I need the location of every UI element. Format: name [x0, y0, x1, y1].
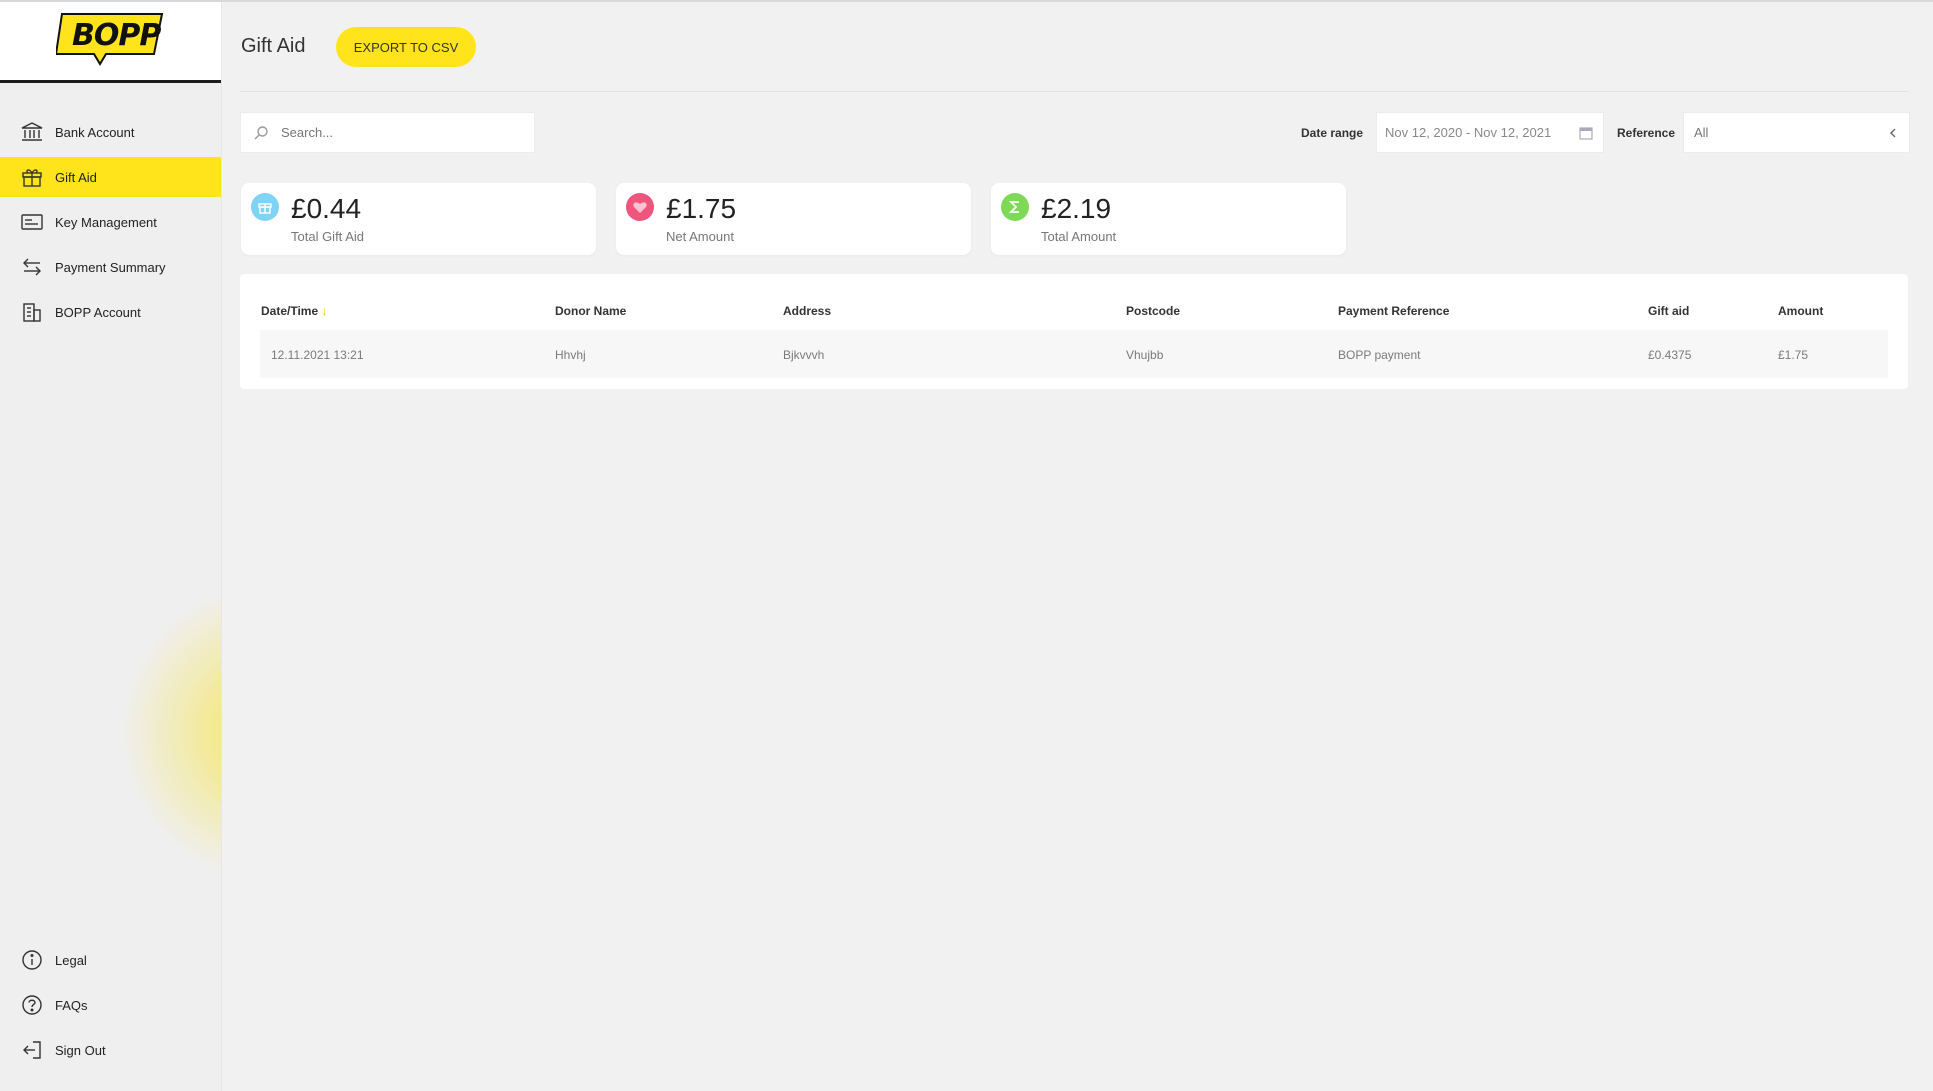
date-range-value: Nov 12, 2020 - Nov 12, 2021 — [1385, 125, 1552, 140]
sidebar-bottom-nav: Legal FAQs Sign Out — [0, 940, 221, 1075]
sidebar-item-payment-summary[interactable]: Payment Summary — [0, 247, 221, 287]
cell-postcode: Vhujbb — [1126, 348, 1164, 362]
logo-area: BOPP — [0, 2, 221, 83]
column-header-postcode: Postcode — [1126, 304, 1181, 318]
sidebar: BOPP Bank Account Gift Aid Key Managemen… — [0, 2, 222, 1091]
cell-donor-name: Hhvhj — [555, 348, 586, 362]
sidebar-item-sign-out[interactable]: Sign Out — [0, 1030, 221, 1070]
heart-icon — [626, 193, 654, 221]
sidebar-item-label: BOPP Account — [55, 304, 141, 320]
column-header-payment-reference: Payment Reference — [1338, 304, 1450, 318]
stat-value: £0.44 — [291, 193, 362, 224]
cell-amount: £1.75 — [1778, 348, 1809, 362]
sidebar-item-label: Gift Aid — [55, 169, 97, 185]
column-header-date-time[interactable]: Date/Time ↓ — [261, 304, 327, 318]
building-icon — [20, 300, 44, 324]
column-header-gift-aid: Gift aid — [1648, 304, 1690, 318]
page-header: Gift Aid EXPORT TO CSV — [240, 2, 1908, 92]
reference-select[interactable]: All — [1683, 112, 1910, 153]
sidebar-nav: Bank Account Gift Aid Key Management Pay… — [0, 112, 221, 337]
column-header-label: Date/Time — [261, 304, 319, 318]
date-range-label: Date range — [1301, 126, 1364, 140]
calendar-icon — [1579, 126, 1593, 140]
stat-label: Net Amount — [666, 229, 734, 244]
sidebar-item-label: Payment Summary — [55, 259, 166, 275]
sign-out-icon — [20, 1038, 44, 1062]
sidebar-item-bank-account[interactable]: Bank Account — [0, 112, 221, 152]
question-icon — [20, 993, 44, 1017]
stat-label: Total Amount — [1041, 229, 1117, 244]
bank-icon — [20, 120, 44, 144]
reference-value: All — [1694, 125, 1709, 140]
search-icon — [253, 125, 269, 141]
sidebar-item-label: Sign Out — [55, 1042, 106, 1058]
cell-payment-reference: BOPP payment — [1338, 348, 1421, 362]
sort-arrow-icon: ↓ — [321, 304, 328, 318]
key-card-icon — [20, 210, 44, 234]
stat-value: £1.75 — [666, 193, 737, 224]
cell-date-time: 12.11.2021 13:21 — [271, 348, 364, 362]
sidebar-item-label: Legal — [55, 952, 87, 968]
column-header-amount: Amount — [1778, 304, 1824, 318]
cell-gift-aid: £0.4375 — [1648, 348, 1692, 362]
sidebar-item-bopp-account[interactable]: BOPP Account — [0, 292, 221, 332]
date-range-picker[interactable]: Nov 12, 2020 - Nov 12, 2021 — [1376, 112, 1604, 153]
gift-aid-table: Date/Time ↓ Donor Name Address Postcode … — [240, 274, 1908, 389]
stat-card-total-amount: £2.19 Total Amount — [991, 183, 1346, 255]
logo-text: BOPP — [72, 18, 161, 53]
column-header-address: Address — [783, 304, 832, 318]
sidebar-item-legal[interactable]: Legal — [0, 940, 221, 980]
bopp-logo[interactable]: BOPP — [54, 12, 164, 66]
gift-icon — [251, 193, 279, 221]
sigma-icon — [1001, 193, 1029, 221]
reference-label: Reference — [1617, 126, 1676, 140]
transfer-arrows-icon — [20, 255, 44, 279]
page-title: Gift Aid — [241, 35, 306, 57]
stat-label: Total Gift Aid — [291, 229, 364, 244]
export-csv-button[interactable]: EXPORT TO CSV — [336, 27, 476, 67]
search-input[interactable] — [279, 124, 523, 141]
sidebar-item-label: FAQs — [55, 997, 88, 1013]
sidebar-item-gift-aid[interactable]: Gift Aid — [0, 157, 221, 197]
stat-card-total-gift-aid: £0.44 Total Gift Aid — [241, 183, 596, 255]
sidebar-item-label: Bank Account — [55, 124, 135, 140]
search-box[interactable] — [240, 112, 535, 153]
chevron-left-icon — [1887, 127, 1899, 139]
sidebar-item-faqs[interactable]: FAQs — [0, 985, 221, 1025]
gift-icon — [20, 165, 44, 189]
cell-address: Bjkvvvh — [783, 348, 825, 362]
stat-value: £2.19 — [1041, 193, 1112, 224]
stat-card-net-amount: £1.75 Net Amount — [616, 183, 971, 255]
table-row[interactable] — [260, 330, 1888, 378]
info-icon — [20, 948, 44, 972]
decorative-glow — [120, 582, 221, 882]
sidebar-item-key-management[interactable]: Key Management — [0, 202, 221, 242]
sidebar-item-label: Key Management — [55, 214, 157, 230]
column-header-donor-name: Donor Name — [555, 304, 627, 318]
